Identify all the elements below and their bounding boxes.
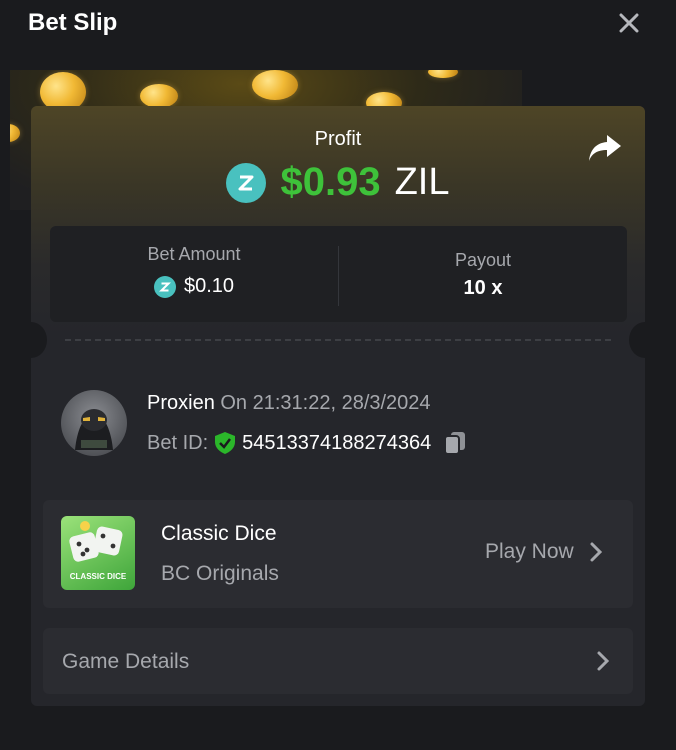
chevron-right-icon	[590, 542, 602, 562]
bet-stats: Bet Amount $0.10 Payout 10 x	[50, 226, 627, 322]
classic-dice-thumbnail[interactable]: CLASSIC DICE	[61, 516, 135, 590]
bet-slip-card: Profit $0.93 ZIL Bet Amount $0.10 Payout…	[31, 106, 645, 706]
ticket-divider	[65, 339, 611, 341]
game-details-row[interactable]: Game Details	[43, 628, 633, 694]
gold-coin	[252, 70, 298, 100]
bet-amount-value: $0.10	[183, 275, 235, 297]
profit-label: Profit	[314, 128, 362, 150]
thumb-label: CLASSIC DICE	[69, 572, 127, 581]
profit-currency: ZIL	[394, 161, 450, 203]
bet-id-value: 54513374188274364	[242, 431, 432, 454]
bet-time: On 21:31:22, 28/3/2024	[220, 392, 431, 414]
bet-amount-row: $0.10	[50, 275, 338, 298]
profit-amount: $0.93	[280, 160, 381, 204]
play-now-button[interactable]: Play Now	[485, 540, 606, 564]
payout-label: Payout	[454, 250, 512, 270]
payout-value: 10 x	[463, 277, 503, 299]
user-line: Proxien On 21:31:22, 28/3/2024	[147, 392, 431, 415]
bet-id-line: Bet ID: 54513374188274364	[147, 430, 467, 456]
share-icon[interactable]	[587, 132, 623, 164]
copy-icon[interactable]	[443, 430, 467, 456]
gold-coin	[140, 84, 178, 108]
game-card[interactable]: CLASSIC DICE Classic Dice BC Originals P…	[43, 500, 633, 608]
user-name[interactable]: Proxien	[147, 392, 215, 414]
game-name: Classic Dice	[161, 522, 277, 545]
bet-amount-stat: Bet Amount $0.10	[50, 226, 338, 322]
page-title: Bet Slip	[28, 9, 118, 36]
profit-section: Profit $0.93 ZIL Bet Amount $0.10 Payout…	[31, 106, 645, 336]
zil-coin-icon	[226, 162, 267, 203]
payout-stat: Payout 10 x	[339, 226, 627, 322]
bet-amount-label: Bet Amount	[147, 244, 241, 264]
game-provider: BC Originals	[161, 562, 279, 585]
shield-check-icon	[215, 432, 236, 454]
gold-coin	[10, 124, 20, 142]
avatar-image	[75, 409, 113, 450]
play-now-label: Play Now	[485, 540, 574, 563]
profit-row: $0.93 ZIL	[31, 160, 645, 205]
user-info: Proxien On 21:31:22, 28/3/2024 Bet ID: 5…	[61, 390, 621, 470]
header: Bet Slip	[0, 0, 676, 48]
chevron-right-icon	[597, 651, 610, 671]
bet-id-label: Bet ID:	[147, 431, 209, 454]
zil-coin-icon	[153, 275, 176, 298]
avatar[interactable]	[61, 390, 127, 456]
game-details-label: Game Details	[62, 650, 190, 673]
gold-coin	[428, 70, 458, 78]
close-icon[interactable]	[614, 8, 644, 38]
